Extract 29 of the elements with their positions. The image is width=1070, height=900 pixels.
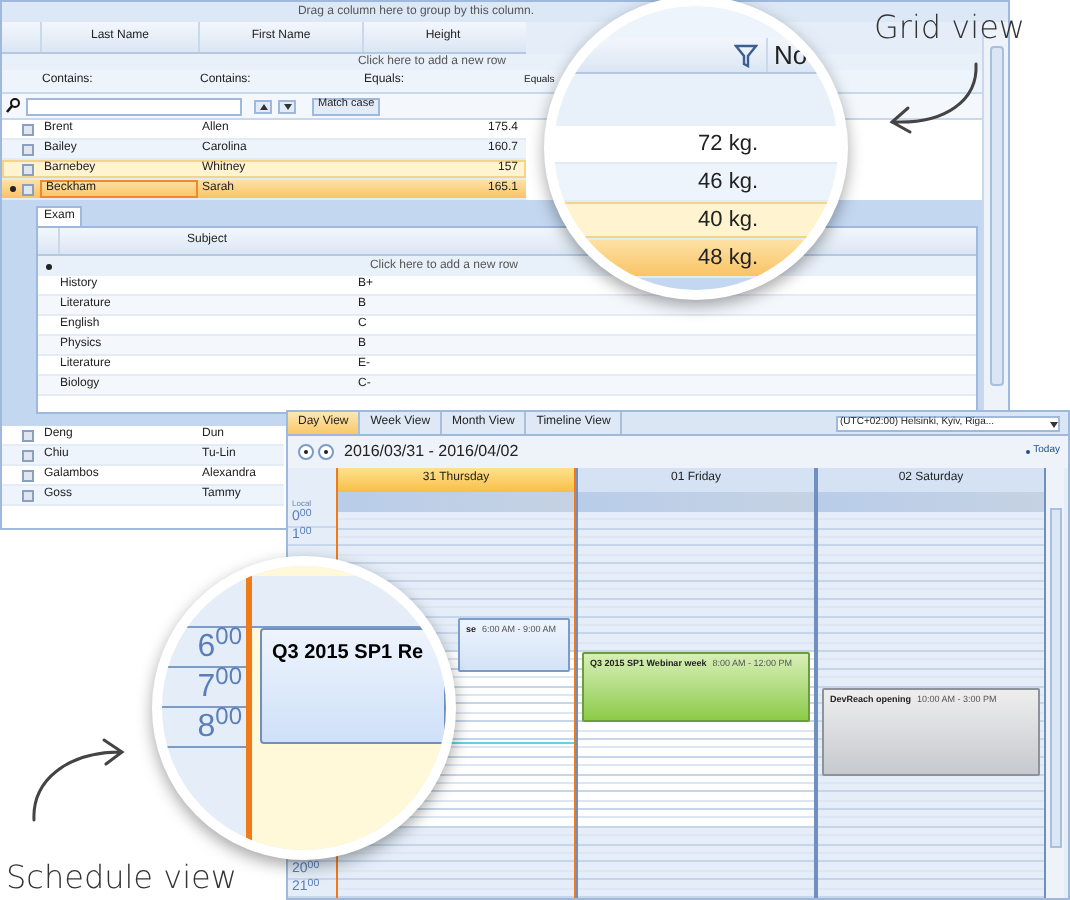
triangle-down-icon [283, 103, 291, 109]
caption: Schedule view [6, 856, 237, 900]
grid-row[interactable]: 72 kg. [554, 126, 838, 164]
appointment[interactable]: Q3 2015 SP1 Re [260, 628, 446, 744]
previous-button[interactable] [254, 99, 272, 113]
grid-row[interactable]: 46 kg. [554, 164, 838, 202]
hour-label: 7$^{00}$ [197, 663, 242, 707]
hour-label: 6$^{00}$ [197, 623, 242, 667]
next-button[interactable] [318, 444, 334, 460]
new-row-icon [45, 263, 51, 269]
caret-icon [1050, 421, 1058, 427]
scrollbar[interactable] [1046, 468, 1064, 898]
current-row-icon [9, 186, 15, 192]
next-button[interactable] [278, 99, 296, 113]
search-field[interactable] [26, 97, 242, 115]
triangle-up-icon [259, 103, 267, 109]
curved-arrow-icon [28, 736, 128, 824]
filter-icon[interactable] [734, 43, 758, 67]
table-cell-text: 48 kg. [696, 243, 760, 274]
previous-button[interactable] [298, 444, 314, 460]
date-range: 2016/03/31 - 2016/04/02 [344, 440, 519, 464]
table-cell-text: 46 kg. [696, 167, 760, 198]
caption: Grid view [874, 6, 1026, 50]
all-day-row[interactable] [818, 491, 1044, 512]
table-cell-text: 72 kg. [696, 129, 760, 160]
table-cell-text: 40 kg. [696, 205, 760, 236]
all-day-row[interactable] [578, 491, 814, 512]
hour-label: 8$^{00}$ [197, 703, 242, 747]
search-icon [6, 98, 20, 114]
